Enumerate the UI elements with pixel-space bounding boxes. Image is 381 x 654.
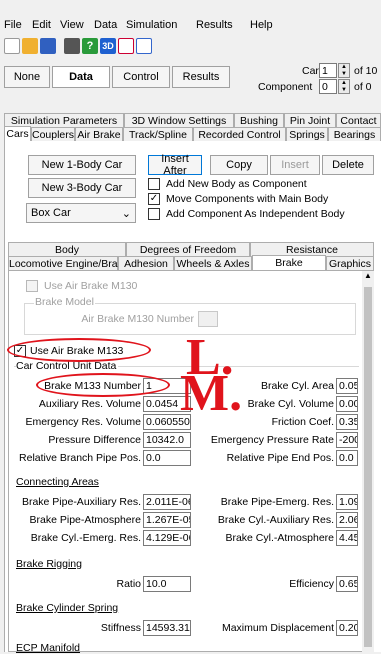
pressure-difference-label: Pressure Difference: [48, 434, 141, 446]
insert-after-button[interactable]: Insert After: [148, 153, 202, 177]
friction-coef-input[interactable]: 0.35: [336, 414, 358, 430]
rel-branch-pipe-pos-label: Relative Branch Pipe Pos.: [19, 452, 141, 464]
efficiency-label: Efficiency: [289, 578, 334, 590]
car-type-value: Box Car: [31, 207, 71, 219]
car-label: Car: [302, 65, 319, 77]
emerg-res-volume-label: Emergency Res. Volume: [25, 416, 141, 428]
add-independent-body-label: Add Component As Independent Body: [166, 208, 345, 220]
annotation-ellipse-number: [36, 373, 170, 397]
add-independent-body-checkbox[interactable]: [148, 208, 160, 220]
component-input[interactable]: 0: [319, 79, 337, 94]
multi-graph-icon[interactable]: [136, 38, 152, 54]
pressure-difference-input[interactable]: 10342.0: [143, 432, 191, 448]
menu-edit[interactable]: Edit: [32, 19, 51, 31]
view-3d-icon[interactable]: 3D: [100, 38, 116, 54]
annotation-letter-m: M.: [180, 365, 243, 422]
menu-data[interactable]: Data: [94, 19, 117, 31]
delete-button[interactable]: Delete: [322, 155, 374, 175]
scrollbar[interactable]: ▲: [362, 271, 374, 652]
bp-emerg-res-label: Brake Pipe-Emerg. Res.: [220, 496, 334, 508]
use-m130-checkbox[interactable]: [26, 280, 38, 292]
help-icon[interactable]: ?: [82, 38, 98, 54]
none-button[interactable]: None: [4, 66, 50, 88]
new-3-body-car-button[interactable]: New 3-Body Car: [28, 178, 136, 198]
rel-branch-pipe-pos-input[interactable]: 0.0: [143, 450, 191, 466]
stiffness-input[interactable]: 14593.319: [143, 620, 191, 636]
bp-aux-res-label: Brake Pipe-Auxiliary Res.: [21, 496, 141, 508]
chevron-down-icon: ⌄: [121, 207, 131, 220]
results-button[interactable]: Results: [172, 66, 230, 88]
brake-cyl-volume-input[interactable]: 0.004839: [336, 396, 358, 412]
brake-cyl-area-input[interactable]: 0.05067: [336, 378, 358, 394]
print-icon[interactable]: [64, 38, 80, 54]
bp-aux-res-input[interactable]: 2.011E-06: [143, 494, 191, 510]
car-count: of 10: [354, 65, 378, 77]
aux-res-volume-label: Auxiliary Res. Volume: [38, 398, 141, 410]
component-count: of 0: [354, 81, 372, 93]
copy-button[interactable]: Copy: [210, 155, 268, 175]
scroll-thumb[interactable]: [364, 287, 372, 647]
add-new-body-label: Add New Body as Component: [166, 178, 307, 190]
car-spinner[interactable]: ▲ ▼: [338, 63, 350, 78]
bc-atmosphere-label: Brake Cyl.-Atmosphere: [225, 532, 334, 544]
m130-number-input[interactable]: [198, 311, 218, 327]
brake-rigging-heading: Brake Rigging: [16, 558, 82, 570]
bc-atmosphere-input[interactable]: 4.458E-06: [336, 530, 358, 546]
menu-help[interactable]: Help: [250, 19, 273, 31]
menu-simulation[interactable]: Simulation: [126, 19, 177, 31]
scroll-up-icon[interactable]: ▲: [362, 271, 374, 280]
efficiency-input[interactable]: 0.65: [336, 576, 358, 592]
car-input[interactable]: 1: [319, 63, 337, 78]
annotation-ellipse-m133: [7, 338, 151, 362]
stiffness-label: Stiffness: [100, 622, 141, 634]
bc-aux-res-input[interactable]: 2.0645E-0: [336, 512, 358, 528]
component-label: Component: [258, 81, 313, 93]
new-file-icon[interactable]: [4, 38, 20, 54]
brake-model-label: Brake Model: [34, 296, 95, 308]
bp-atmosphere-input[interactable]: 1.267E-05: [143, 512, 191, 528]
use-m130-label: Use Air Brake M130: [44, 280, 138, 292]
data-button[interactable]: Data: [52, 66, 110, 88]
control-button[interactable]: Control: [112, 66, 170, 88]
ratio-input[interactable]: 10.0: [143, 576, 191, 592]
rel-pipe-end-pos-label: Relative Pipe End Pos.: [226, 452, 334, 464]
emerg-pressure-rate-input[interactable]: -200000.0: [336, 432, 358, 448]
tab-cars[interactable]: Cars: [4, 126, 31, 142]
move-components-label: Move Components with Main Body: [166, 193, 329, 205]
open-folder-icon[interactable]: [22, 38, 38, 54]
bc-emerg-res-input[interactable]: 4.129E-06: [143, 530, 191, 546]
insert-button[interactable]: Insert: [270, 155, 320, 175]
ecp-manifold-heading: ECP Manifold: [16, 642, 81, 654]
ratio-label: Ratio: [116, 578, 141, 590]
max-displacement-input[interactable]: 0.2032: [336, 620, 358, 636]
bc-aux-res-label: Brake Cyl.-Auxiliary Res.: [217, 514, 334, 526]
max-displacement-label: Maximum Displacement: [221, 622, 334, 634]
menu-results[interactable]: Results: [196, 19, 233, 31]
bp-atmosphere-label: Brake Pipe-Atmosphere: [29, 514, 141, 526]
menu-file[interactable]: File: [4, 19, 22, 31]
add-new-body-checkbox[interactable]: [148, 178, 160, 190]
tab-brake[interactable]: Brake: [252, 255, 326, 271]
move-components-checkbox[interactable]: ✓: [148, 193, 160, 205]
bp-emerg-res-input[interactable]: 1.096E-06: [336, 494, 358, 510]
connecting-areas-heading: Connecting Areas: [16, 476, 99, 488]
bc-emerg-res-label: Brake Cyl.-Emerg. Res.: [30, 532, 141, 544]
graph-icon[interactable]: [118, 38, 134, 54]
component-spinner[interactable]: ▲ ▼: [338, 79, 350, 94]
rel-pipe-end-pos-input[interactable]: 0.0: [336, 450, 358, 466]
m130-number-label: Air Brake M130 Number: [81, 313, 194, 325]
save-icon[interactable]: [40, 38, 56, 54]
new-1-body-car-button[interactable]: New 1-Body Car: [28, 155, 136, 175]
cylinder-spring-heading: Brake Cylinder Spring: [16, 602, 119, 614]
emerg-pressure-rate-label: Emergency Pressure Rate: [210, 434, 334, 446]
menu-view[interactable]: View: [60, 19, 84, 31]
car-type-select[interactable]: Box Car ⌄: [26, 203, 136, 223]
